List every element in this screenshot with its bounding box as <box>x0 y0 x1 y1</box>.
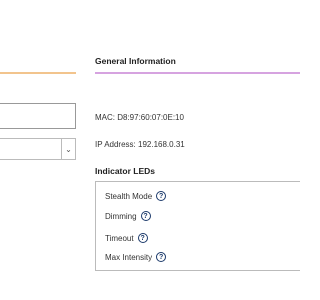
general-information-underline <box>95 72 300 74</box>
led-item-dimming: Dimming ? <box>105 211 151 221</box>
left-settings-panel: ⌄ <box>0 0 78 300</box>
ip-label: IP Address: <box>95 140 136 149</box>
help-icon[interactable]: ? <box>156 252 167 262</box>
led-item-label: Dimming <box>105 211 137 221</box>
left-section-underline <box>0 72 76 74</box>
help-icon[interactable]: ? <box>137 233 148 243</box>
led-item-timeout: Timeout ? <box>105 233 148 243</box>
settings-select[interactable]: ⌄ <box>0 138 76 160</box>
led-item-label: Timeout <box>105 233 134 243</box>
led-item-label: Stealth Mode <box>105 191 153 201</box>
led-item-max-intensity: Max Intensity ? <box>105 252 167 262</box>
led-item-stealth-mode: Stealth Mode ? <box>105 191 167 201</box>
help-icon[interactable]: ? <box>140 211 151 221</box>
mac-address-line: MAC: D8:97:60:07:0E:10 <box>95 113 184 122</box>
help-icon[interactable]: ? <box>156 191 167 201</box>
general-information-title: General Information <box>95 56 176 66</box>
chevron-down-icon[interactable]: ⌄ <box>61 139 75 159</box>
mac-label: MAC: <box>95 113 115 122</box>
led-item-label: Max Intensity <box>105 252 153 262</box>
general-information-panel: General Information MAC: D8:97:60:07:0E:… <box>95 0 300 300</box>
device-name-input[interactable] <box>0 103 76 129</box>
device-settings-page: ⌄ General Information MAC: D8:97:60:07:0… <box>0 0 300 300</box>
mac-value: D8:97:60:07:0E:10 <box>117 113 184 122</box>
ip-address-line: IP Address: 192.168.0.31 <box>95 140 185 149</box>
indicator-leds-title: Indicator LEDs <box>95 166 155 176</box>
ip-value: 192.168.0.31 <box>138 140 185 149</box>
